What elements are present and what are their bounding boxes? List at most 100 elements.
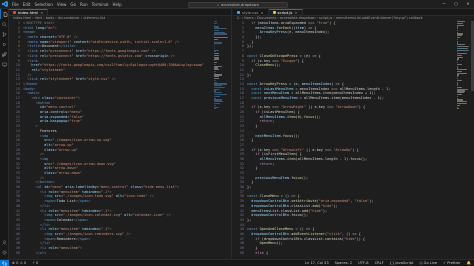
menu-edit[interactable]: Edit <box>23 2 31 7</box>
accounts-button[interactable] <box>0 237 9 247</box>
menu-terminal[interactable]: Terminal <box>92 2 109 7</box>
search-button[interactable] <box>0 19 9 29</box>
minimize-button[interactable]: — <box>438 0 450 9</box>
remote-indicator-button[interactable] <box>0 259 9 266</box>
minimap-line <box>457 95 458 97</box>
minimap-line <box>214 104 217 106</box>
explorer-button[interactable] <box>0 9 9 19</box>
minimap-line <box>214 79 216 81</box>
menu-go[interactable]: Go <box>70 2 76 7</box>
editor-group-right: style.css × script.js × C: › Users › Docume… <box>233 9 474 259</box>
manage-button[interactable] <box>0 247 9 257</box>
gear-icon <box>2 249 7 255</box>
status-item[interactable]: ✓ Prettier <box>440 261 463 265</box>
maximize-button[interactable]: ▢ <box>450 0 462 9</box>
remote-icon <box>2 260 7 266</box>
tab-label: script.js <box>277 10 293 15</box>
close-tab-icon[interactable]: × <box>40 10 43 15</box>
minimap-line <box>457 22 463 24</box>
minimap-line <box>457 63 462 65</box>
title-bar: File Edit Selection View Go Run Terminal Help ⌕… <box>0 0 474 9</box>
tab-label: style.css <box>242 9 259 15</box>
minimap-line <box>457 79 463 81</box>
minimap-line <box>457 86 462 89</box>
minimap-line <box>457 70 462 73</box>
close-tab-icon[interactable]: × <box>260 10 263 15</box>
menu-help[interactable]: Help <box>113 2 122 7</box>
editor-group-left: index.html × index.html › html › body › d… <box>9 9 232 259</box>
code-editor[interactable]: 1 <!DOCTYPE html> 2 <html lang="en"> 3 <head>… <box>9 21 231 255</box>
minimap-line <box>457 61 458 64</box>
command-center-search[interactable]: ⌕ accessible-dropdown <box>188 1 288 8</box>
minimap-line <box>214 33 227 35</box>
minimap-line <box>457 104 461 106</box>
code-line: 50 else { <box>233 251 474 256</box>
code-line: 50 </ul> <box>9 251 231 256</box>
minimap-line <box>214 70 216 73</box>
tab-script-js[interactable]: script.js × <box>268 9 303 15</box>
ports-indicator[interactable]: ⚡ 0 <box>29 261 41 265</box>
menu-view[interactable]: View <box>57 2 67 7</box>
menu-run[interactable]: Run <box>80 2 88 7</box>
status-item[interactable]: Spaces: 2 <box>332 261 355 265</box>
remote-explorer-button[interactable] <box>0 59 9 69</box>
status-item[interactable]: CRLF <box>372 261 387 265</box>
code-text: else { <box>247 250 269 255</box>
close-tab-icon[interactable]: × <box>294 10 297 15</box>
source-control-icon <box>2 31 7 37</box>
minimap[interactable] <box>214 21 228 259</box>
tab-style-css[interactable]: style.css × <box>233 9 269 15</box>
minimap-line <box>214 42 222 44</box>
source-control-button[interactable] <box>0 29 9 39</box>
menu-bar: File Edit Selection View Go Run Terminal Help <box>12 2 122 7</box>
minimap-line <box>457 108 459 110</box>
search-icon: ⌕ <box>217 2 220 7</box>
minimap-line <box>457 45 470 48</box>
minimap-line <box>457 38 458 40</box>
minimap[interactable] <box>457 21 471 259</box>
tab-bar-right: style.css × script.js × <box>233 9 474 16</box>
minimap-line <box>214 63 217 65</box>
minimap-line <box>214 108 216 110</box>
minimap-line <box>457 24 465 26</box>
status-item[interactable]: UTF-8 <box>355 261 371 265</box>
tab-label: index.html <box>18 10 39 15</box>
code-editor[interactable]: 1 if (menuItems.ariaExpanded === "true")… <box>233 21 474 255</box>
minimap-line <box>457 47 468 49</box>
minimap-line <box>214 45 216 48</box>
line-number: 50 <box>239 250 244 255</box>
line-number: 50 <box>15 250 20 255</box>
file-type-icon <box>13 11 16 14</box>
minimap-line <box>214 86 226 89</box>
minimap-line <box>214 61 217 64</box>
tab-bar-left: index.html × <box>9 9 231 16</box>
minimap-line <box>457 54 462 57</box>
minimap-line <box>214 38 218 40</box>
remote-icon <box>2 62 7 67</box>
close-button[interactable]: ✕ <box>462 0 474 9</box>
problems-indicator[interactable]: ⊗ 0 ⚠ 0 <box>9 261 29 265</box>
tab-index-html[interactable]: index.html × <box>9 9 49 15</box>
menu-file[interactable]: File <box>12 2 19 7</box>
minimap-line <box>457 29 458 32</box>
file-type-icon <box>272 11 276 14</box>
status-item[interactable]: 🔔 <box>464 261 474 265</box>
minimap-line <box>457 102 468 105</box>
extensions-button[interactable] <box>0 49 9 59</box>
minimap-line <box>214 22 217 24</box>
status-item[interactable]: ◎ Go Live <box>416 261 440 265</box>
minimap-line <box>214 47 216 49</box>
activity-bar <box>0 9 9 259</box>
minimap-line <box>457 94 463 96</box>
run-debug-button[interactable] <box>0 39 9 49</box>
menu-selection[interactable]: Selection <box>34 2 52 7</box>
minimap-line <box>457 49 469 51</box>
files-icon <box>3 11 7 17</box>
file-type-icon <box>237 10 240 14</box>
vscode-logo-icon <box>0 0 9 9</box>
window-controls: — ▢ ✕ <box>438 0 474 9</box>
status-item[interactable]: {} JavaScript <box>387 261 417 265</box>
extensions-icon <box>2 51 7 57</box>
status-item[interactable]: Ln 17, Col 33 <box>302 261 332 265</box>
search-icon <box>2 21 7 27</box>
